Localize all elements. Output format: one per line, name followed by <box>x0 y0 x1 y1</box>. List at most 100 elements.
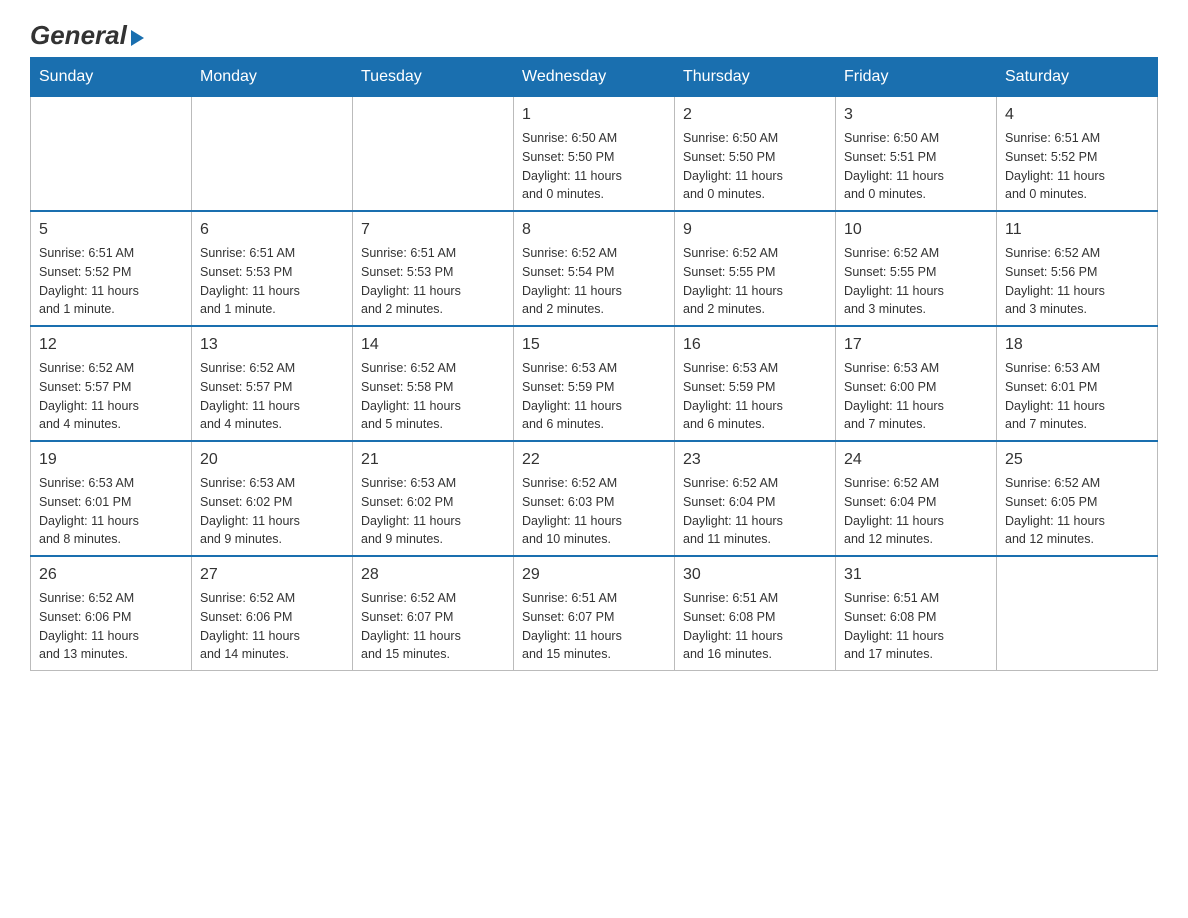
day-number: 19 <box>39 448 183 472</box>
calendar-cell: 12Sunrise: 6:52 AMSunset: 5:57 PMDayligh… <box>31 326 192 441</box>
day-number: 27 <box>200 563 344 587</box>
weekday-header-row: SundayMondayTuesdayWednesdayThursdayFrid… <box>31 58 1158 97</box>
day-info: Sunrise: 6:52 AMSunset: 5:57 PMDaylight:… <box>39 359 183 434</box>
day-info: Sunrise: 6:53 AMSunset: 5:59 PMDaylight:… <box>683 359 827 434</box>
calendar-cell: 17Sunrise: 6:53 AMSunset: 6:00 PMDayligh… <box>836 326 997 441</box>
day-info: Sunrise: 6:52 AMSunset: 6:04 PMDaylight:… <box>844 474 988 549</box>
day-info: Sunrise: 6:52 AMSunset: 6:04 PMDaylight:… <box>683 474 827 549</box>
day-number: 15 <box>522 333 666 357</box>
day-info: Sunrise: 6:52 AMSunset: 6:06 PMDaylight:… <box>200 589 344 664</box>
calendar-cell <box>353 97 514 212</box>
calendar-cell: 22Sunrise: 6:52 AMSunset: 6:03 PMDayligh… <box>514 441 675 556</box>
calendar-week-row: 5Sunrise: 6:51 AMSunset: 5:52 PMDaylight… <box>31 211 1158 326</box>
calendar-week-row: 12Sunrise: 6:52 AMSunset: 5:57 PMDayligh… <box>31 326 1158 441</box>
calendar-cell: 8Sunrise: 6:52 AMSunset: 5:54 PMDaylight… <box>514 211 675 326</box>
calendar-cell: 21Sunrise: 6:53 AMSunset: 6:02 PMDayligh… <box>353 441 514 556</box>
day-number: 1 <box>522 103 666 127</box>
logo: General <box>30 20 144 47</box>
weekday-header-thursday: Thursday <box>675 58 836 97</box>
calendar-week-row: 1 Sunrise: 6:50 AMSunset: 5:50 PMDaylight… <box>31 97 1158 212</box>
calendar-cell: 16Sunrise: 6:53 AMSunset: 5:59 PMDayligh… <box>675 326 836 441</box>
day-info: Sunrise: 6:52 AMSunset: 6:03 PMDaylight:… <box>522 474 666 549</box>
logo-arrow-icon <box>131 30 144 46</box>
day-info: Sunrise: 6:51 AMSunset: 6:07 PMDaylight:… <box>522 589 666 664</box>
day-number: 14 <box>361 333 505 357</box>
calendar-cell <box>192 97 353 212</box>
calendar-cell <box>997 556 1158 671</box>
day-info: Sunrise: 6:52 AMSunset: 5:55 PMDaylight:… <box>683 244 827 319</box>
day-number: 11 <box>1005 218 1149 242</box>
day-info: Sunrise: 6:51 AMSunset: 6:08 PMDaylight:… <box>844 589 988 664</box>
weekday-header-saturday: Saturday <box>997 58 1158 97</box>
day-info: Sunrise: 6:53 AMSunset: 6:02 PMDaylight:… <box>361 474 505 549</box>
day-info: Sunrise: 6:52 AMSunset: 5:55 PMDaylight:… <box>844 244 988 319</box>
day-info: Sunrise: 6:51 AMSunset: 5:53 PMDaylight:… <box>361 244 505 319</box>
calendar-cell: 5Sunrise: 6:51 AMSunset: 5:52 PMDaylight… <box>31 211 192 326</box>
day-info: Sunrise: 6:53 AMSunset: 6:01 PMDaylight:… <box>1005 359 1149 434</box>
calendar-cell: 28Sunrise: 6:52 AMSunset: 6:07 PMDayligh… <box>353 556 514 671</box>
weekday-header-sunday: Sunday <box>31 58 192 97</box>
day-info: Sunrise: 6:52 AMSunset: 6:07 PMDaylight:… <box>361 589 505 664</box>
calendar-cell: 23Sunrise: 6:52 AMSunset: 6:04 PMDayligh… <box>675 441 836 556</box>
calendar-cell: 14Sunrise: 6:52 AMSunset: 5:58 PMDayligh… <box>353 326 514 441</box>
calendar-week-row: 19Sunrise: 6:53 AMSunset: 6:01 PMDayligh… <box>31 441 1158 556</box>
day-number: 2 <box>683 103 827 127</box>
calendar-cell: 13Sunrise: 6:52 AMSunset: 5:57 PMDayligh… <box>192 326 353 441</box>
day-number: 24 <box>844 448 988 472</box>
calendar-cell <box>31 97 192 212</box>
calendar-cell: 27Sunrise: 6:52 AMSunset: 6:06 PMDayligh… <box>192 556 353 671</box>
day-info: Sunrise: 6:53 AMSunset: 6:01 PMDaylight:… <box>39 474 183 549</box>
calendar-cell: 2Sunrise: 6:50 AMSunset: 5:50 PMDaylight… <box>675 97 836 212</box>
calendar-week-row: 26Sunrise: 6:52 AMSunset: 6:06 PMDayligh… <box>31 556 1158 671</box>
calendar-cell: 1Sunrise: 6:50 AMSunset: 5:50 PMDaylight… <box>514 97 675 212</box>
calendar-cell: 11Sunrise: 6:52 AMSunset: 5:56 PMDayligh… <box>997 211 1158 326</box>
day-number: 5 <box>39 218 183 242</box>
day-info: Sunrise: 6:51 AMSunset: 6:08 PMDaylight:… <box>683 589 827 664</box>
day-number: 12 <box>39 333 183 357</box>
day-info: Sunrise: 6:53 AMSunset: 6:00 PMDaylight:… <box>844 359 988 434</box>
day-number: 25 <box>1005 448 1149 472</box>
day-info: Sunrise: 6:50 AMSunset: 5:50 PMDaylight:… <box>683 129 827 204</box>
calendar-cell: 9Sunrise: 6:52 AMSunset: 5:55 PMDaylight… <box>675 211 836 326</box>
weekday-header-wednesday: Wednesday <box>514 58 675 97</box>
day-number: 8 <box>522 218 666 242</box>
logo-general-text: General <box>30 20 127 51</box>
day-number: 6 <box>200 218 344 242</box>
calendar-cell: 3Sunrise: 6:50 AMSunset: 5:51 PMDaylight… <box>836 97 997 212</box>
day-number: 10 <box>844 218 988 242</box>
day-info: Sunrise: 6:51 AMSunset: 5:52 PMDaylight:… <box>1005 129 1149 204</box>
day-number: 17 <box>844 333 988 357</box>
calendar-cell: 15Sunrise: 6:53 AMSunset: 5:59 PMDayligh… <box>514 326 675 441</box>
day-number: 28 <box>361 563 505 587</box>
calendar-cell: 10Sunrise: 6:52 AMSunset: 5:55 PMDayligh… <box>836 211 997 326</box>
day-number: 29 <box>522 563 666 587</box>
day-number: 30 <box>683 563 827 587</box>
page-header: General <box>30 20 1158 47</box>
day-info: Sunrise: 6:52 AMSunset: 5:56 PMDaylight:… <box>1005 244 1149 319</box>
calendar-cell: 4Sunrise: 6:51 AMSunset: 5:52 PMDaylight… <box>997 97 1158 212</box>
day-number: 16 <box>683 333 827 357</box>
calendar-cell: 18Sunrise: 6:53 AMSunset: 6:01 PMDayligh… <box>997 326 1158 441</box>
day-info: Sunrise: 6:51 AMSunset: 5:52 PMDaylight:… <box>39 244 183 319</box>
day-number: 3 <box>844 103 988 127</box>
day-info: Sunrise: 6:52 AMSunset: 6:06 PMDaylight:… <box>39 589 183 664</box>
day-info: Sunrise: 6:52 AMSunset: 5:54 PMDaylight:… <box>522 244 666 319</box>
day-info: Sunrise: 6:53 AMSunset: 6:02 PMDaylight:… <box>200 474 344 549</box>
calendar-cell: 29Sunrise: 6:51 AMSunset: 6:07 PMDayligh… <box>514 556 675 671</box>
day-number: 18 <box>1005 333 1149 357</box>
calendar-cell: 24Sunrise: 6:52 AMSunset: 6:04 PMDayligh… <box>836 441 997 556</box>
day-info: Sunrise: 6:50 AMSunset: 5:51 PMDaylight:… <box>844 129 988 204</box>
day-number: 21 <box>361 448 505 472</box>
day-number: 20 <box>200 448 344 472</box>
calendar-cell: 31Sunrise: 6:51 AMSunset: 6:08 PMDayligh… <box>836 556 997 671</box>
weekday-header-tuesday: Tuesday <box>353 58 514 97</box>
day-info: Sunrise: 6:53 AMSunset: 5:59 PMDaylight:… <box>522 359 666 434</box>
day-number: 31 <box>844 563 988 587</box>
calendar-cell: 19Sunrise: 6:53 AMSunset: 6:01 PMDayligh… <box>31 441 192 556</box>
calendar-table: SundayMondayTuesdayWednesdayThursdayFrid… <box>30 57 1158 671</box>
calendar-cell: 7Sunrise: 6:51 AMSunset: 5:53 PMDaylight… <box>353 211 514 326</box>
day-info: Sunrise: 6:52 AMSunset: 6:05 PMDaylight:… <box>1005 474 1149 549</box>
day-number: 13 <box>200 333 344 357</box>
calendar-cell: 30Sunrise: 6:51 AMSunset: 6:08 PMDayligh… <box>675 556 836 671</box>
weekday-header-friday: Friday <box>836 58 997 97</box>
